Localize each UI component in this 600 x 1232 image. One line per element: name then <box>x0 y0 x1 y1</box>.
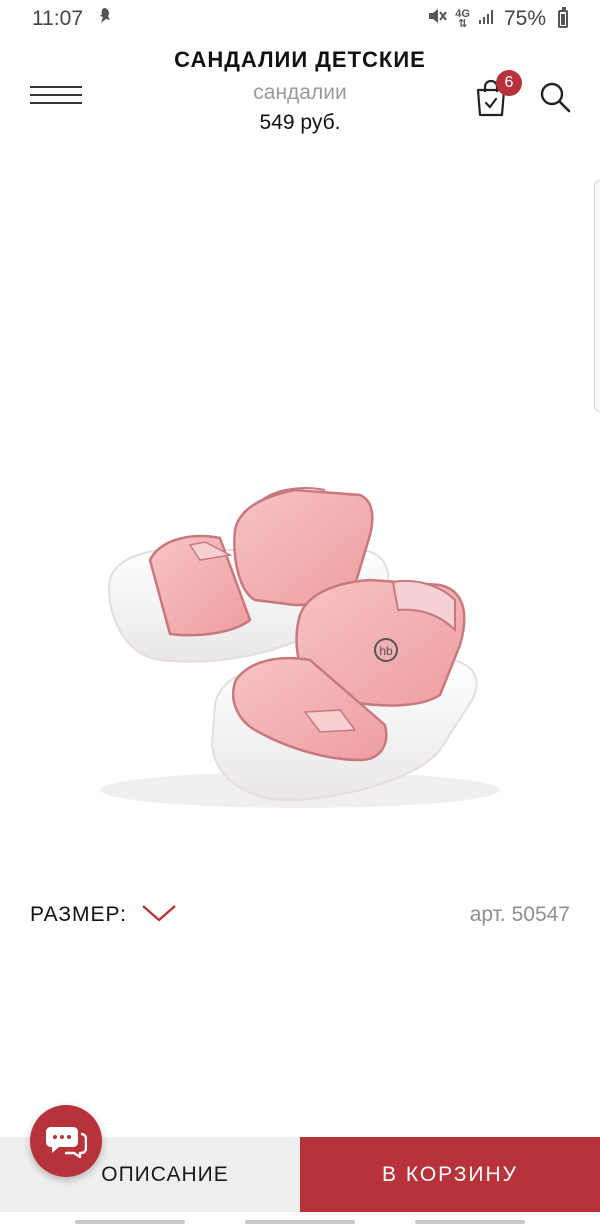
menu-icon[interactable] <box>30 86 82 106</box>
nav-back-button[interactable] <box>415 1220 525 1224</box>
title-block: САНДАЛИИ ДЕТСКИЕ сандалии 549 руб. <box>120 46 480 138</box>
brand-logo: hb <box>379 644 393 658</box>
battery-percent: 75% <box>503 7 546 30</box>
nav-recents-button[interactable] <box>75 1220 185 1224</box>
network-icon: 4G ⇅ <box>455 8 470 30</box>
size-row: РАЗМЕР: арт. 50547 <box>30 900 570 930</box>
status-left: 11:07 <box>32 7 113 31</box>
battery-icon <box>558 7 568 28</box>
add-to-cart-button[interactable]: В КОРЗИНУ <box>300 1137 600 1212</box>
chevron-down-icon[interactable] <box>141 903 177 928</box>
cart-count-badge: 6 <box>496 70 522 96</box>
status-right: 4G ⇅ 75% <box>427 7 568 31</box>
article-number: арт. 50547 <box>469 903 570 926</box>
product-image[interactable]: hb <box>0 160 600 880</box>
search-icon[interactable] <box>538 80 572 114</box>
system-nav-bar <box>0 1212 600 1232</box>
mute-icon <box>427 7 448 31</box>
notification-icon <box>97 7 113 31</box>
product-subtitle: сандалии <box>253 81 347 104</box>
product-header: САНДАЛИИ ДЕТСКИЕ сандалии 549 руб. 6 <box>0 38 600 148</box>
nav-home-button[interactable] <box>245 1220 355 1224</box>
product-title: САНДАЛИИ ДЕТСКИЕ <box>174 47 426 72</box>
signal-icon <box>478 7 496 31</box>
status-bar: 11:07 4G ⇅ 75% <box>0 0 600 38</box>
size-label: РАЗМЕР: <box>30 903 127 926</box>
product-price: 549 руб. <box>259 111 341 134</box>
status-time: 11:07 <box>32 7 83 30</box>
chat-icon[interactable] <box>30 1105 102 1177</box>
size-selector[interactable]: РАЗМЕР: <box>30 903 177 928</box>
